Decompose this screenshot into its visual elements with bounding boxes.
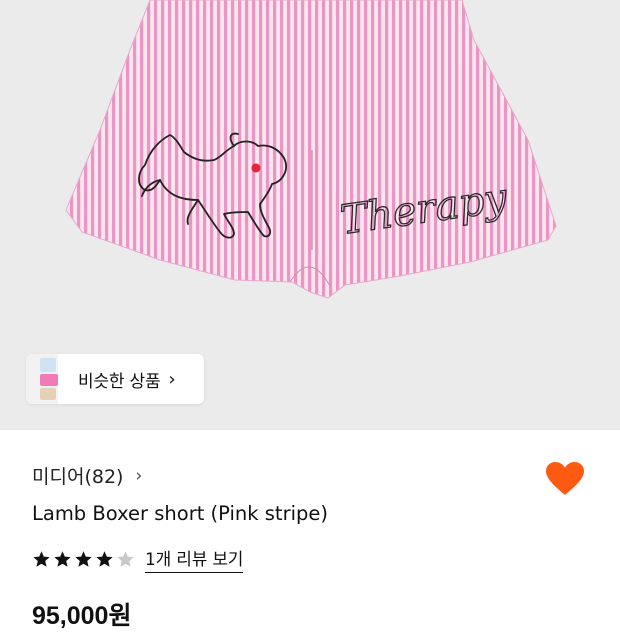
brand-name: 미디어(82) — [32, 466, 124, 488]
lamb-eye — [251, 163, 261, 173]
star-rating — [32, 550, 135, 569]
heart-icon[interactable] — [545, 461, 585, 497]
chevron-right-icon: › — [168, 368, 176, 390]
star-icon — [75, 550, 92, 567]
star-icon — [96, 550, 113, 567]
product-title: Lamb Boxer short (Pink stripe) — [32, 502, 328, 525]
similar-products-thumbnail — [26, 354, 58, 404]
brand-link[interactable]: 미디어(82) › — [32, 462, 142, 489]
price: 95,000원 — [32, 602, 132, 630]
chevron-right-icon: › — [135, 465, 143, 486]
similar-products-label: 비슷한 상품 — [78, 371, 161, 392]
star-icon — [33, 550, 50, 567]
rating-row: 1개 리뷰 보기 — [32, 545, 243, 573]
product-info-panel: 미디어(82) › Lamb Boxer short (Pink stripe)… — [0, 430, 620, 630]
boxer-shorts — [65, 0, 557, 299]
product-image[interactable]: Therapy 비슷한 상품 › — [0, 0, 620, 430]
star-icon — [54, 550, 71, 567]
review-link[interactable]: 1개 리뷰 보기 — [145, 545, 243, 573]
similar-products-button[interactable]: 비슷한 상품 › — [26, 354, 204, 404]
star-empty-icon — [117, 550, 134, 567]
